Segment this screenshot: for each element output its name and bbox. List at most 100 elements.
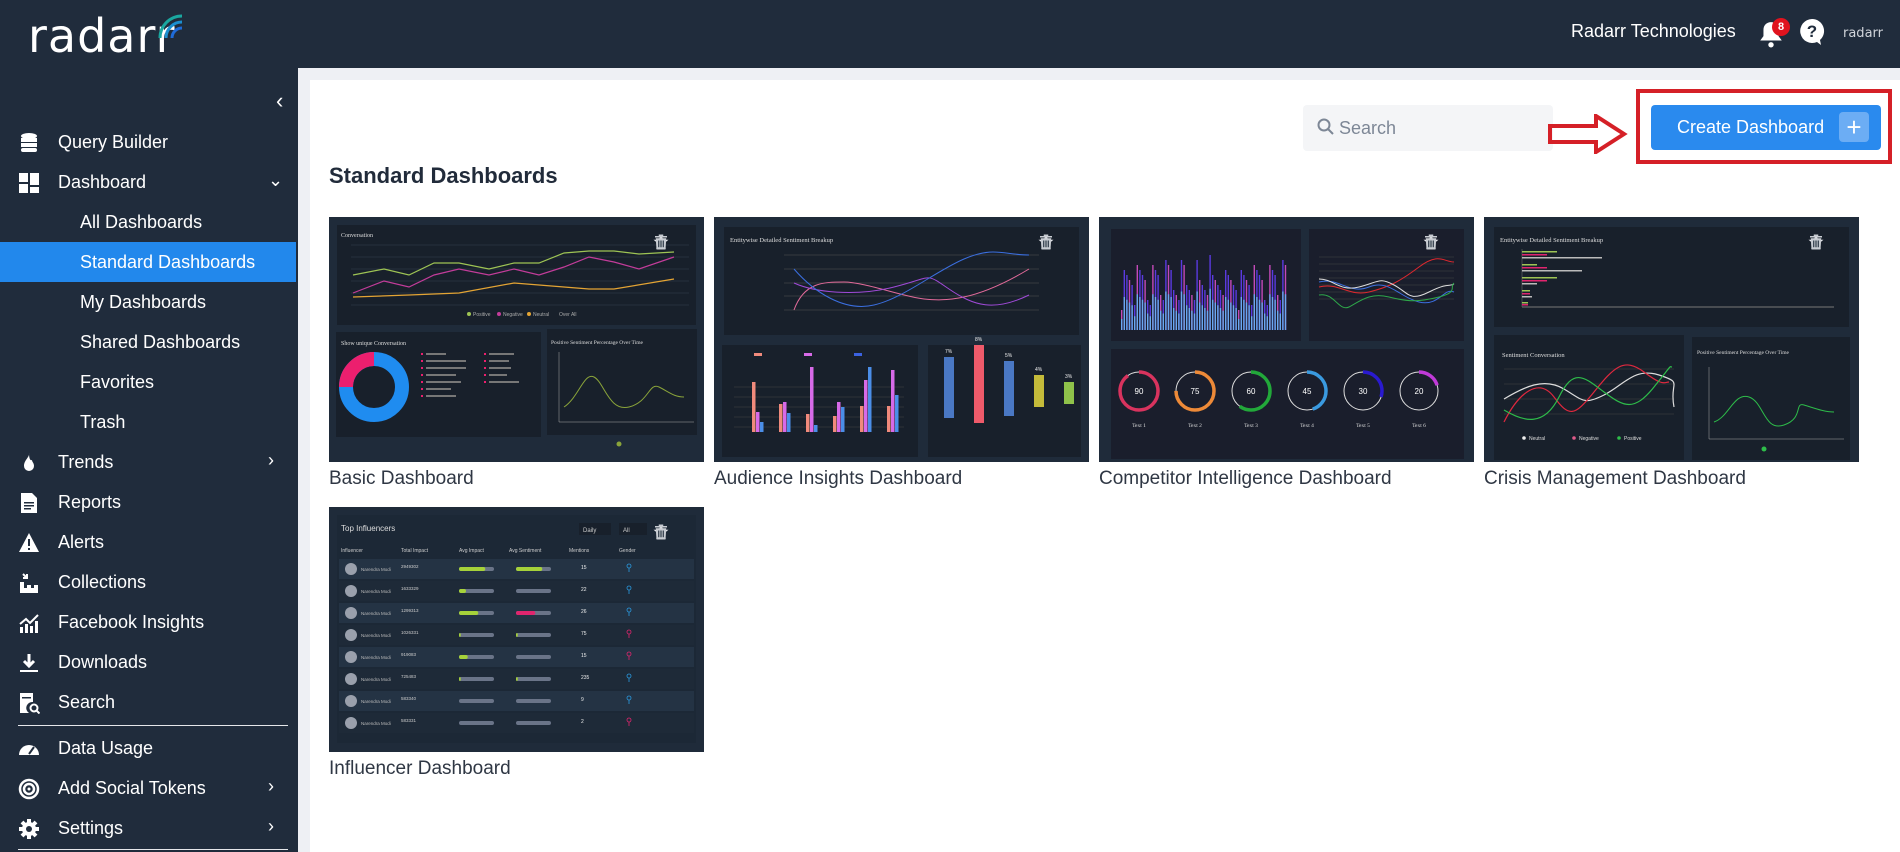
bar bbox=[1178, 313, 1180, 330]
create-dashboard-button[interactable]: Create Dashboard + bbox=[1651, 105, 1881, 150]
search-icon bbox=[1317, 118, 1334, 135]
dashboard-card-audience-insights[interactable]: Entitywise Detailed Sentiment Breakup 7%… bbox=[714, 217, 1089, 490]
stacked-bar bbox=[1004, 361, 1014, 416]
sidebar-item-query-builder[interactable]: Query Builder bbox=[0, 122, 296, 162]
bar bbox=[868, 367, 872, 432]
sidebar-item-reports[interactable]: Reports bbox=[0, 482, 296, 522]
sidebar-item-downloads[interactable]: Downloads bbox=[0, 642, 296, 682]
sidebar-item-facebook-insights[interactable]: Facebook Insights bbox=[0, 602, 296, 642]
bar bbox=[1123, 297, 1125, 330]
avg-impact-fill bbox=[459, 633, 461, 637]
column-header: Mentions bbox=[569, 548, 590, 554]
collapse-sidebar-icon[interactable]: ‹ bbox=[276, 88, 283, 114]
bar bbox=[1256, 297, 1258, 330]
radarr-logo[interactable]: radarr bbox=[28, 10, 198, 62]
chevron-down-icon: ⌄ bbox=[268, 170, 284, 190]
card-actions bbox=[652, 523, 696, 541]
bar bbox=[1160, 310, 1162, 330]
avatar bbox=[345, 695, 357, 707]
dashboard-thumbnail[interactable]: Entitywise Detailed Sentiment Breakup Se… bbox=[1484, 217, 1859, 462]
audience-insights-preview: Entitywise Detailed Sentiment Breakup 7%… bbox=[722, 227, 1081, 457]
top-bar: radarr Radarr Technologies 8 ? radarr bbox=[0, 0, 1900, 68]
search-box[interactable] bbox=[1303, 105, 1553, 151]
influencer-name: Narendra Modi bbox=[361, 589, 391, 594]
column-header: Avg Sentiment bbox=[509, 548, 542, 554]
total-impact: 725483 bbox=[401, 674, 417, 679]
percent-label: 7% bbox=[945, 349, 953, 355]
dashboard-thumbnail[interactable]: Conversation Positive Negative Neutral O… bbox=[329, 217, 704, 462]
sidebar-item-standard-dashboards[interactable]: Standard Dashboards bbox=[0, 242, 296, 282]
bar bbox=[1191, 310, 1193, 330]
total-impact: 1633329 bbox=[401, 586, 419, 591]
sidebar-item-my-dashboards[interactable]: My Dashboards bbox=[0, 282, 296, 322]
delete-trash-icon[interactable] bbox=[655, 523, 696, 541]
sidebar-item-collections[interactable]: Collections bbox=[0, 562, 296, 602]
column-header: Total Impact bbox=[401, 548, 429, 554]
bar bbox=[1279, 313, 1281, 330]
delete-trash-icon[interactable] bbox=[1040, 233, 1081, 251]
dashboard-name[interactable]: Influencer Dashboard bbox=[329, 758, 704, 780]
bar bbox=[814, 425, 818, 432]
total-impact: 1299313 bbox=[401, 608, 419, 613]
signal-waves-icon bbox=[158, 14, 183, 39]
search-input[interactable] bbox=[1339, 105, 1539, 151]
dashboard-thumbnail[interactable]: Top Influencers Daily All Influencer Tota… bbox=[329, 507, 704, 752]
avatar bbox=[345, 717, 357, 729]
bar bbox=[1186, 305, 1188, 330]
dashboard-card-crisis-management[interactable]: Entitywise Detailed Sentiment Breakup Se… bbox=[1484, 217, 1859, 490]
dashboard-card-competitor-intelligence[interactable]: 90 Text 1 75 Text 2 60 Text 3 45 Text 4 30 Text 5… bbox=[1099, 217, 1474, 490]
sidebar-item-search[interactable]: Search bbox=[0, 682, 296, 722]
sidebar-item-shared-dashboards[interactable]: Shared Dashboards bbox=[0, 322, 296, 362]
dashboard-card-basic[interactable]: Conversation Positive Negative Neutral O… bbox=[329, 217, 704, 490]
sidebar-item-dashboard[interactable]: Dashboard ⌄ bbox=[0, 162, 296, 202]
dashboard-thumbnail[interactable]: 90 Text 1 75 Text 2 60 Text 3 45 Text 4 30 Text 5… bbox=[1099, 217, 1474, 462]
column-header: Avg Impact bbox=[459, 548, 485, 554]
delete-trash-icon[interactable] bbox=[1810, 233, 1851, 251]
sidebar-item-trash[interactable]: Trash bbox=[0, 402, 296, 442]
mentions: 15 bbox=[581, 565, 587, 571]
sidebar-item-add-social-tokens[interactable]: Add Social Tokens › bbox=[0, 768, 296, 808]
bar bbox=[1266, 316, 1268, 330]
dashboard-name[interactable]: Crisis Management Dashboard bbox=[1484, 468, 1859, 490]
dashboard-thumbnail[interactable]: Entitywise Detailed Sentiment Breakup 7%… bbox=[714, 217, 1089, 462]
bar bbox=[1162, 313, 1164, 330]
bar bbox=[1253, 294, 1255, 330]
sidebar-item-data-usage[interactable]: Data Usage bbox=[0, 728, 296, 768]
dashboard-name[interactable]: Audience Insights Dashboard bbox=[714, 468, 1089, 490]
bar bbox=[1271, 297, 1274, 330]
card-actions bbox=[652, 233, 696, 251]
panel-title: Positive Sentiment Percentage Over Time bbox=[551, 340, 644, 346]
avg-sentiment-fill bbox=[516, 633, 518, 637]
delete-trash-icon[interactable] bbox=[1425, 233, 1466, 251]
dashboard-name[interactable]: Competitor Intelligence Dashboard bbox=[1099, 468, 1474, 490]
card-actions bbox=[1422, 233, 1466, 251]
user-avatar-logo[interactable]: radarr bbox=[1843, 26, 1883, 41]
sidebar-item-settings[interactable]: Settings › bbox=[0, 808, 296, 848]
sidebar-item-favorites[interactable]: Favorites bbox=[0, 362, 296, 402]
sidebar-item-trends[interactable]: Trends › bbox=[0, 442, 296, 482]
bar bbox=[810, 367, 814, 432]
help-icon[interactable]: ? bbox=[1799, 18, 1825, 46]
bar bbox=[1139, 297, 1141, 330]
target-icon bbox=[18, 778, 40, 800]
dashboard-card-influencer[interactable]: Top Influencers Daily All Influencer Tota… bbox=[329, 507, 704, 780]
stacked-bar bbox=[1064, 382, 1074, 404]
organization-name[interactable]: Radarr Technologies bbox=[1571, 21, 1736, 42]
sidebar-item-all-dashboards[interactable]: All Dashboards bbox=[0, 202, 296, 242]
gauge-value: 60 bbox=[1247, 387, 1256, 396]
preview-title: Conversation bbox=[341, 233, 373, 239]
avg-sentiment-track bbox=[516, 677, 551, 681]
bar bbox=[1230, 302, 1232, 330]
bar bbox=[1251, 316, 1253, 330]
legend-positive: Positive bbox=[1624, 436, 1642, 442]
bar bbox=[1217, 305, 1219, 330]
bar bbox=[1152, 294, 1154, 330]
warning-icon bbox=[19, 533, 39, 552]
bar bbox=[1212, 299, 1214, 330]
delete-trash-icon[interactable] bbox=[655, 233, 696, 251]
sidebar-divider bbox=[18, 725, 288, 726]
bar bbox=[1227, 299, 1229, 330]
influencer-name: Narendra Modi bbox=[361, 633, 391, 638]
dashboard-name[interactable]: Basic Dashboard bbox=[329, 468, 704, 490]
sidebar-item-alerts[interactable]: Alerts bbox=[0, 522, 296, 562]
